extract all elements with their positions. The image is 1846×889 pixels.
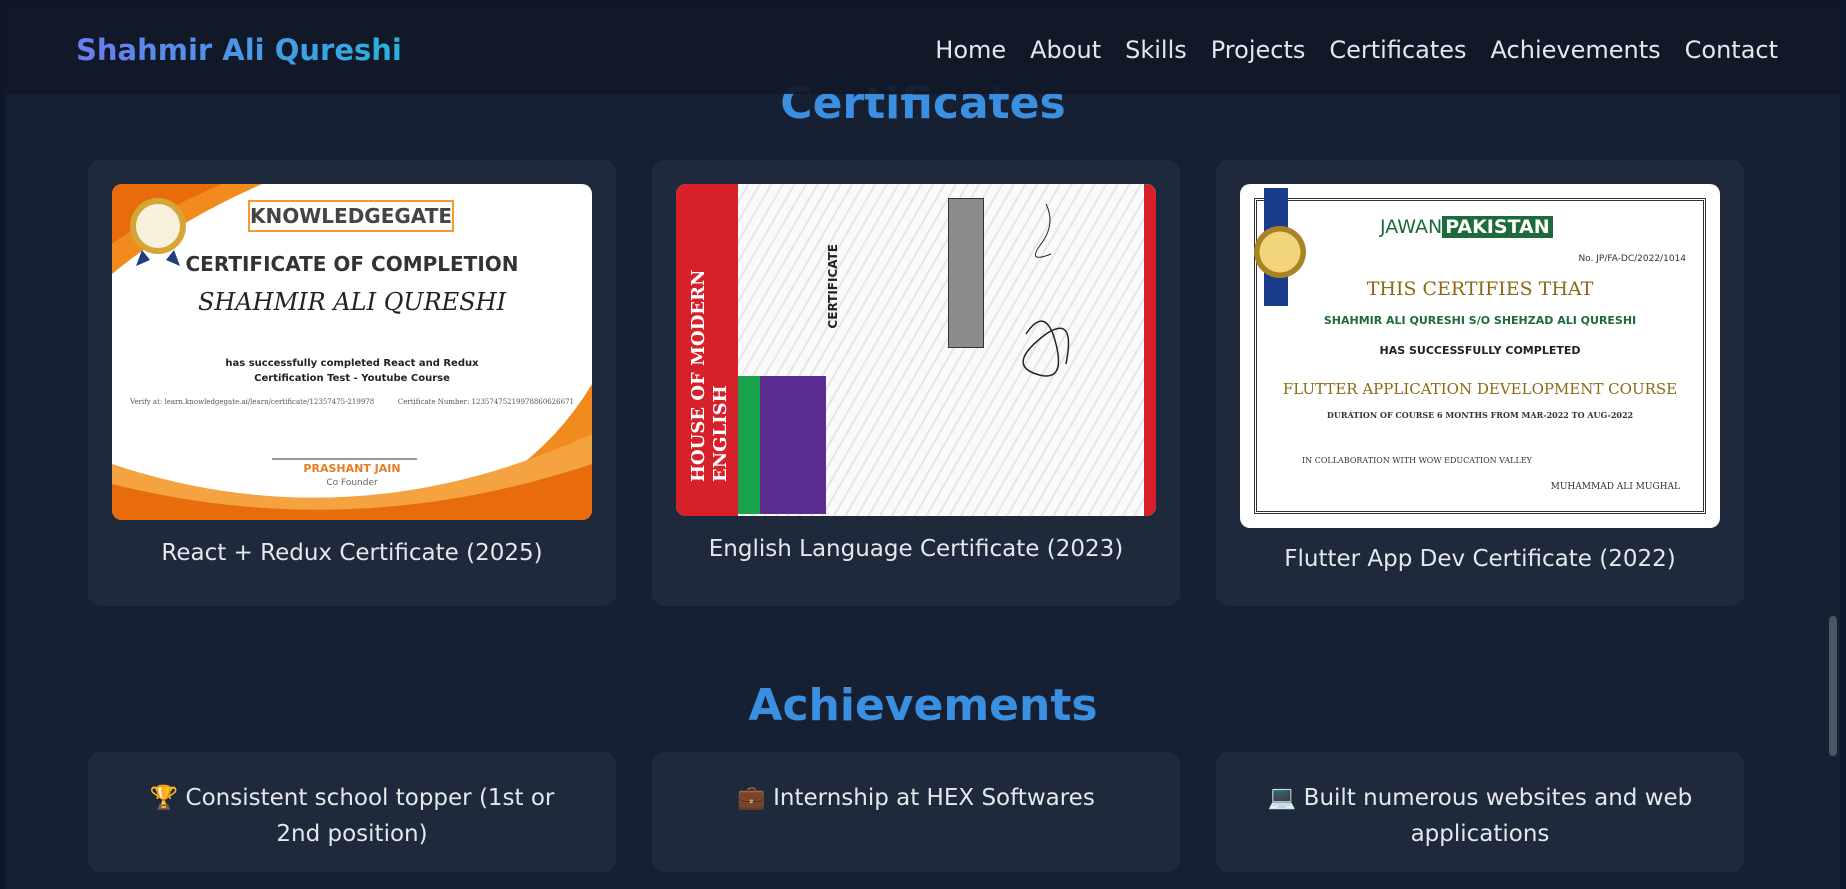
certificate-signer: PRASHANT JAIN — [303, 462, 401, 475]
nav-link-home[interactable]: Home — [935, 36, 1006, 64]
certificate-course: FLUTTER APPLICATION DEVELOPMENT COURSE — [1282, 380, 1678, 398]
certificate-signer-role: Co Founder — [326, 478, 378, 488]
achievement-text: 💼 Internship at HEX Softwares — [692, 780, 1140, 816]
logo-left-text: JAWAN — [1380, 216, 1443, 238]
certificate-name: SHAHMIR ALI QURESHI — [197, 288, 507, 316]
certificate-image-english[interactable]: HOUSE OF MODERN ENGLISH CERTIFICATE — [676, 184, 1156, 516]
certificate-verify-row: Verify at: learn.knowledgegate.ai/learn/… — [130, 398, 574, 406]
certificate-heading: CERTIFICATE OF COMPLETION — [185, 252, 519, 276]
certificate-card-react[interactable]: KNOWLEDGEGATE CERTIFICATE OF COMPLETION … — [88, 160, 616, 606]
certificate-logo: JAWAN PAKISTAN — [1380, 216, 1553, 238]
laptop-icon: 💻 — [1267, 785, 1297, 811]
certificate-card-english[interactable]: HOUSE OF MODERN ENGLISH CERTIFICATE Engl… — [652, 160, 1180, 606]
certificate-logo: KNOWLEDGEGATE — [248, 200, 454, 232]
certificate-number: Certificate Number: 12357475219978860626… — [397, 398, 574, 406]
certificate-image-flutter[interactable]: JAWAN PAKISTAN No. JP/FA-DC/2022/1014 THI… — [1240, 184, 1720, 528]
brand-logo[interactable]: Shahmir Ali Qureshi — [76, 33, 402, 67]
certificate-caption: English Language Certificate (2023) — [708, 536, 1124, 562]
achievement-card: 💻 Built numerous websites and web applic… — [1216, 752, 1744, 872]
achievement-label: Built numerous websites and web applicat… — [1303, 785, 1693, 847]
achievement-card: 🏆 Consistent school topper (1st or 2nd p… — [88, 752, 616, 872]
achievement-label: Internship at HEX Softwares — [773, 785, 1095, 811]
certificate-duration: DURATION OF COURSE 6 MONTHS FROM MAR-202… — [1326, 410, 1634, 420]
trophy-icon: 🏆 — [149, 785, 179, 811]
nav-link-projects[interactable]: Projects — [1211, 36, 1306, 64]
certificate-body: has successfully completed React and Red… — [225, 358, 479, 384]
briefcase-icon: 💼 — [737, 785, 766, 811]
nav-link-about[interactable]: About — [1030, 36, 1101, 64]
nav-link-achievements[interactable]: Achievements — [1491, 36, 1661, 64]
achievements-heading: Achievements — [748, 680, 1098, 731]
navbar: Shahmir Ali Qureshi Home About Skills Pr… — [6, 6, 1840, 94]
certificate-completed: HAS SUCCESSFULLY COMPLETED — [1379, 344, 1581, 357]
certificate-right-band — [1144, 184, 1156, 516]
certificate-heading: THIS CERTIFIES THAT — [1366, 278, 1594, 300]
scrollbar-thumb[interactable] — [1829, 616, 1837, 756]
certificate-image-react[interactable]: KNOWLEDGEGATE CERTIFICATE OF COMPLETION … — [112, 184, 592, 520]
certificate-verify-text: Verify at: learn.knowledgegate.ai/learn/… — [130, 398, 375, 406]
logo-right-text: PAKISTAN — [1442, 216, 1553, 238]
browser-viewport: Shahmir Ali Qureshi Home About Skills Pr… — [6, 6, 1840, 889]
certificate-caption: React + Redux Certificate (2025) — [161, 540, 543, 566]
certificate-name: SHAHMIR ALI QURESHI S/O SHEHZAD ALI QURE… — [1323, 314, 1637, 327]
achievement-card: 💼 Internship at HEX Softwares — [652, 752, 1180, 872]
seal-icon — [1254, 226, 1306, 278]
certificate-number: No. JP/FA-DC/2022/1014 — [1578, 254, 1686, 264]
signature-scribble — [1022, 203, 1070, 377]
certificate-collab: IN COLLABORATION WITH WOW EDUCATION VALL… — [1302, 456, 1532, 465]
nav-link-skills[interactable]: Skills — [1125, 36, 1187, 64]
nav-link-contact[interactable]: Contact — [1685, 36, 1778, 64]
achievement-text: 💻 Built numerous websites and web applic… — [1256, 780, 1704, 852]
achievement-text: 🏆 Consistent school topper (1st or 2nd p… — [128, 780, 576, 852]
certificate-signer: MUHAMMAD ALI MUGHAL — [1550, 482, 1680, 492]
certificate-caption: Flutter App Dev Certificate (2022) — [1284, 546, 1676, 572]
scrollbar-track[interactable] — [1826, 94, 1840, 889]
nav-links: Home About Skills Projects Certificates … — [935, 36, 1778, 64]
nav-link-certificates[interactable]: Certificates — [1329, 36, 1466, 64]
achievement-label: Consistent school topper (1st or 2nd pos… — [185, 785, 555, 847]
certificate-card-flutter[interactable]: JAWAN PAKISTAN No. JP/FA-DC/2022/1014 THI… — [1216, 160, 1744, 606]
